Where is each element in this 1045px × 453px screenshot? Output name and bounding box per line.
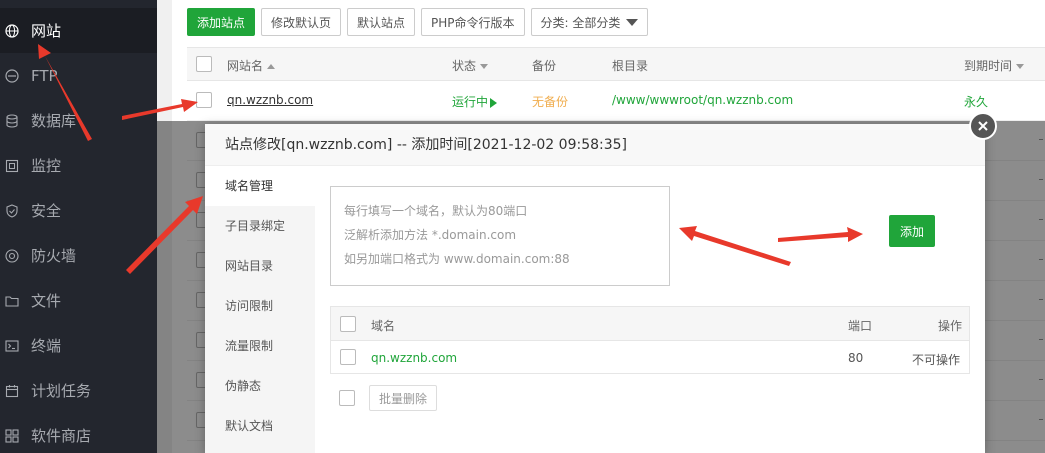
tab-access-limit[interactable]: 访问限制 xyxy=(205,286,315,326)
sidebar-item-website[interactable]: 网站 xyxy=(0,8,157,53)
database-icon xyxy=(5,113,19,128)
add-domain-button[interactable]: 添加 xyxy=(889,215,935,247)
column-header-expire[interactable]: 到期时间 xyxy=(964,57,1025,74)
play-icon xyxy=(490,97,498,108)
table-row: qn.wzznb.com 80 不可操作 xyxy=(331,341,969,374)
sidebar-item-cron[interactable]: 计划任务 xyxy=(0,368,157,413)
domain-table: 域名 端口 操作 qn.wzznb.com 80 不可操作 xyxy=(330,306,970,374)
column-header-port: 端口 xyxy=(848,319,873,333)
site-status-label: 运行中 xyxy=(452,95,489,109)
sidebar-item-monitor[interactable]: 监控 xyxy=(0,143,157,188)
sidebar-item-firewall[interactable]: 防火墙 xyxy=(0,233,157,278)
ftp-icon xyxy=(5,68,19,83)
column-header-action: 操作 xyxy=(938,319,963,333)
domain-port: 80 xyxy=(848,351,864,365)
domain-row-checkbox[interactable] xyxy=(340,349,356,365)
tab-traffic-limit[interactable]: 流量限制 xyxy=(205,326,315,366)
chevron-down-icon xyxy=(626,18,639,26)
shield-icon xyxy=(5,203,19,218)
sidebar-item-app-store[interactable]: 软件商店 xyxy=(0,413,157,453)
column-header-label: 网站名 xyxy=(227,59,264,73)
site-edit-modal: 站点修改[qn.wzznb.com] -- 添加时间[2021-12-02 09… xyxy=(205,124,985,453)
sort-desc-icon xyxy=(1016,64,1025,69)
site-backup[interactable]: 无备份 xyxy=(532,93,568,110)
sidebar-item-label: 防火墙 xyxy=(31,247,77,265)
tab-subdirectory-binding[interactable]: 子目录绑定 xyxy=(205,206,315,246)
domain-link[interactable]: qn.wzznb.com xyxy=(371,351,457,365)
batch-delete-button[interactable]: 批量删除 xyxy=(369,385,438,411)
tab-domain-management[interactable]: 域名管理 xyxy=(205,166,315,206)
row-checkbox[interactable] xyxy=(196,92,212,108)
sidebar-item-label: 文件 xyxy=(31,292,62,310)
terminal-icon xyxy=(5,339,19,353)
sort-desc-icon xyxy=(480,64,489,69)
firewall-icon xyxy=(5,248,19,263)
column-header-site-name[interactable]: 网站名 xyxy=(227,57,276,74)
column-header-label: 到期时间 xyxy=(964,59,1013,73)
sidebar-item-files[interactable]: 文件 xyxy=(0,278,157,323)
sidebar-item-database[interactable]: 数据库 xyxy=(0,98,157,143)
column-header-label: 状态 xyxy=(452,59,477,73)
domain-table-header: 域名 端口 操作 xyxy=(331,307,969,341)
modify-default-page-button[interactable]: 修改默认页 xyxy=(261,8,342,36)
column-header-root-dir: 根目录 xyxy=(612,59,649,73)
sidebar-item-label: 软件商店 xyxy=(31,427,92,445)
domain-textarea[interactable]: 每行填写一个域名，默认为80端口 泛解析添加方法 *.domain.com 如另… xyxy=(330,186,670,286)
column-header-domain: 域名 xyxy=(371,319,396,333)
sidebar-item-label: 计划任务 xyxy=(31,382,92,400)
sort-asc-icon xyxy=(267,64,276,69)
site-name-link[interactable]: qn.wzznb.com xyxy=(227,93,313,107)
site-toolbar: 添加站点 修改默认页 默认站点 PHP命令行版本 分类: 全部分类 xyxy=(187,8,649,36)
category-select[interactable]: 分类: 全部分类 xyxy=(530,8,649,36)
select-all-domains-checkbox[interactable] xyxy=(340,316,356,332)
batch-select-checkbox[interactable] xyxy=(339,390,355,406)
sidebar: 网站 FTP 数据库 监控 安全 防火墙 文件 终端 计划任务 软件商店 xyxy=(0,0,157,453)
close-icon xyxy=(978,121,988,131)
add-site-button[interactable]: 添加站点 xyxy=(187,8,256,36)
site-status[interactable]: 运行中 xyxy=(452,93,498,110)
sidebar-item-label: 监控 xyxy=(31,157,62,175)
sidebar-item-security[interactable]: 安全 xyxy=(0,188,157,233)
sidebar-item-terminal[interactable]: 终端 xyxy=(0,323,157,368)
table-row: qn.wzznb.com 运行中 无备份 /www/wwwroot/qn.wzz… xyxy=(187,81,1045,121)
tab-rewrite[interactable]: 伪静态 xyxy=(205,366,315,406)
domain-placeholder-line: 如另加端口格式为 www.domain.com:88 xyxy=(344,252,570,266)
domain-placeholder-line: 每行填写一个域名，默认为80端口 xyxy=(344,204,528,218)
folder-icon xyxy=(5,294,19,308)
tab-site-directory[interactable]: 网站目录 xyxy=(205,246,315,286)
domain-placeholder-line: 泛解析添加方法 *.domain.com xyxy=(344,228,517,242)
modal-tabs: 域名管理 子目录绑定 网站目录 访问限制 流量限制 伪静态 默认文档 xyxy=(205,166,315,453)
site-root-dir[interactable]: /www/wwwroot/qn.wzznb.com xyxy=(612,93,793,107)
column-header-status[interactable]: 状态 xyxy=(452,57,489,74)
site-table-header: 网站名 状态 备份 根目录 到期时间 xyxy=(187,47,1045,81)
monitor-icon xyxy=(5,159,19,173)
sidebar-item-label: 数据库 xyxy=(31,112,77,130)
default-site-button[interactable]: 默认站点 xyxy=(347,8,416,36)
sidebar-item-label: 安全 xyxy=(31,202,62,220)
sidebar-item-label: FTP xyxy=(31,66,58,85)
column-header-backup: 备份 xyxy=(532,59,557,73)
domain-action: 不可操作 xyxy=(912,353,961,367)
modal-title: 站点修改[qn.wzznb.com] -- 添加时间[2021-12-02 09… xyxy=(205,124,985,166)
tab-default-document[interactable]: 默认文档 xyxy=(205,406,315,446)
category-select-value: 分类: 全部分类 xyxy=(540,15,621,30)
apps-grid-icon xyxy=(5,428,19,443)
sidebar-item-label: 终端 xyxy=(31,337,62,355)
php-cli-version-button[interactable]: PHP命令行版本 xyxy=(421,8,525,36)
sidebar-item-label: 网站 xyxy=(31,22,62,40)
sidebar-item-ftp[interactable]: FTP xyxy=(0,53,157,98)
select-all-checkbox[interactable] xyxy=(196,56,212,72)
calendar-icon xyxy=(5,384,19,398)
site-expire[interactable]: 永久 xyxy=(964,93,988,110)
close-modal-button[interactable] xyxy=(969,112,997,140)
globe-icon xyxy=(5,23,19,38)
